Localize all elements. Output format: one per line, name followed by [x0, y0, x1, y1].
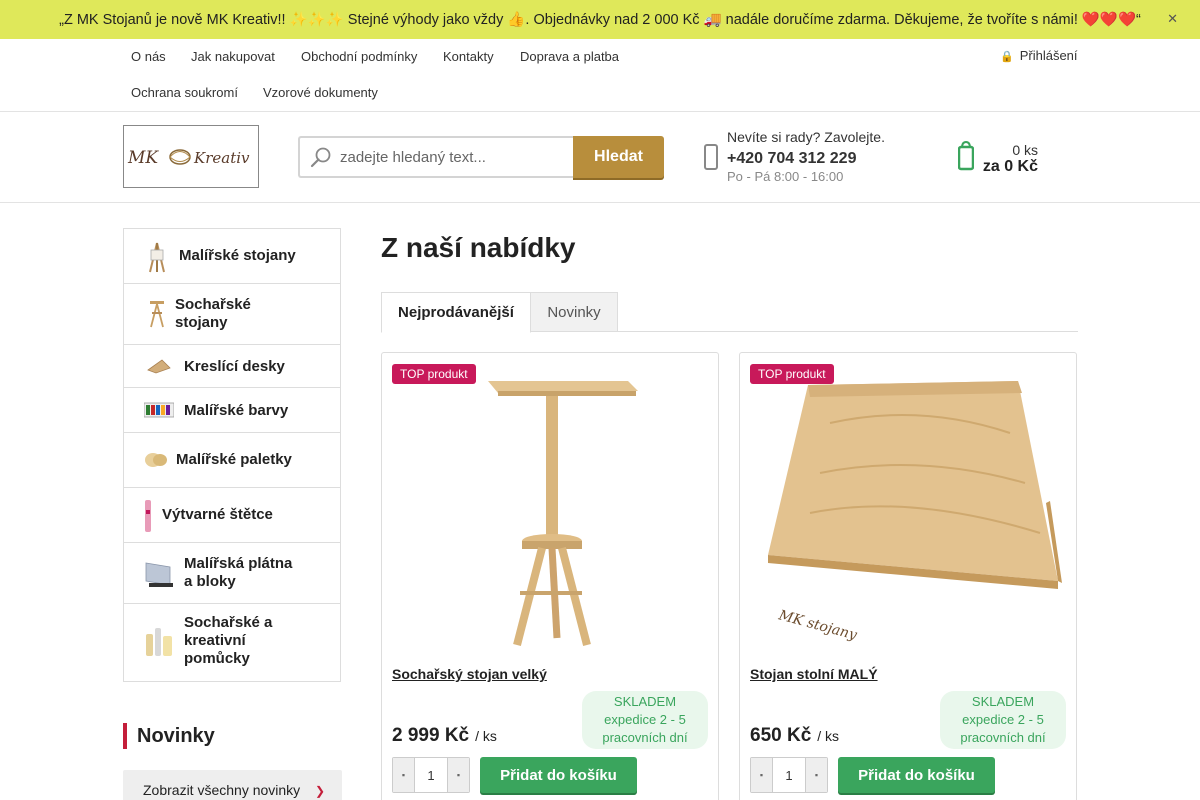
help-text: Nevíte si rady? Zavolejte.: [727, 129, 885, 145]
phone-number[interactable]: +420 704 312 229: [727, 150, 856, 168]
stock-line: pracovních dní: [960, 730, 1046, 745]
top-navigation: O nás Jak nakupovat Obchodní podmínky Ko…: [0, 39, 1200, 112]
stock-line: SKLADEM: [971, 694, 1035, 709]
category-label: Výtvarné štětce: [162, 506, 273, 523]
price-value: 650 Kč: [750, 725, 812, 746]
product-tabs: Nejprodávanější Novinky: [381, 292, 1078, 333]
quantity-stepper: ▪ ▪: [750, 757, 828, 793]
site-logo[interactable]: MK Kreativ: [123, 125, 259, 188]
login-link[interactable]: 🔒 Přihlášení: [1000, 48, 1078, 63]
search-form: Hledat: [298, 136, 664, 178]
category-label: Kreslící desky: [184, 358, 285, 375]
category-kreslici-desky[interactable]: Kreslící desky: [124, 345, 340, 388]
nav-link-vzorove-dokumenty[interactable]: Vzorové dokumenty: [263, 85, 378, 100]
category-malirske-paletky[interactable]: Malířské paletky: [124, 433, 340, 488]
logo-image: MK Kreativ: [127, 148, 250, 168]
product-image-table-easel[interactable]: MK stojany: [750, 363, 1066, 653]
search-button[interactable]: Hledat: [573, 136, 664, 178]
easel-thumbnail: [149, 242, 165, 273]
product-name[interactable]: Stojan stolní MALÝ: [750, 666, 878, 682]
login-label: Přihlášení: [1019, 48, 1078, 63]
quantity-stepper: ▪ ▪: [392, 757, 470, 793]
stock-status: SKLADEM expedice 2 - 5 pracovních dní: [940, 691, 1066, 749]
stock-line: expedice 2 - 5: [962, 712, 1044, 727]
product-name[interactable]: Sochařský stojan velký: [392, 666, 547, 682]
svg-text:Kreativ: Kreativ: [193, 149, 250, 167]
chevron-right-icon: ❯: [315, 784, 326, 798]
nav-link-doprava-a-platba[interactable]: Doprava a platba: [520, 49, 619, 64]
phone-icon: [704, 144, 718, 170]
product-price: 650 Kč / ks: [750, 725, 839, 747]
sculpture-stand-thumbnail: [150, 301, 164, 328]
nav-link-o-nas[interactable]: O nás: [131, 49, 166, 64]
paints-thumbnail: [144, 402, 174, 418]
tab-bestsellers[interactable]: Nejprodávanější: [381, 292, 531, 333]
announcement-bar: „Z MK Stojanů je nově MK Kreativ!! ✨✨✨ S…: [0, 0, 1200, 39]
all-news-label: Zobrazit všechny novinky: [143, 782, 301, 798]
stock-line: pracovních dní: [602, 730, 688, 745]
top-product-badge: TOP produkt: [750, 364, 834, 384]
palette-thumbnail: [145, 453, 167, 467]
cart-icon[interactable]: [958, 141, 974, 171]
cart-total[interactable]: za 0 Kč: [983, 158, 1038, 176]
product-price: 2 999 Kč / ks: [392, 725, 497, 747]
all-news-button[interactable]: Zobrazit všechny novinky ❯: [123, 770, 342, 800]
stock-line: SKLADEM: [613, 694, 677, 709]
brushes-thumbnail: [145, 500, 151, 532]
nav-link-jak-nakupovat[interactable]: Jak nakupovat: [191, 49, 275, 64]
quantity-input[interactable]: [773, 758, 805, 792]
nav-link-ochrana-soukromi[interactable]: Ochrana soukromí: [131, 85, 238, 100]
quantity-input[interactable]: [415, 758, 447, 792]
product-watermark: MK stojany: [776, 607, 860, 644]
product-image-sculpture-stand[interactable]: [392, 363, 708, 653]
opening-hours: Po - Pá 8:00 - 16:00: [727, 169, 844, 184]
stock-line: expedice 2 - 5: [604, 712, 686, 727]
category-label: Sochařské a kreativní pomůcky: [184, 614, 273, 667]
price-unit: / ks: [475, 728, 497, 744]
product-card: MK stojany TOP produkt Stojan stolní MAL…: [739, 352, 1077, 800]
category-malirske-barvy[interactable]: Malířské barvy: [124, 388, 340, 433]
category-malirske-stojany[interactable]: Malířské stojany: [124, 229, 340, 284]
minus-icon[interactable]: ▪: [393, 758, 415, 792]
close-icon[interactable]: ✕: [1167, 11, 1178, 27]
price-unit: / ks: [817, 728, 840, 744]
nav-link-kontakty[interactable]: Kontakty: [443, 49, 494, 64]
canvas-thumbnail: [145, 562, 173, 587]
add-to-cart-button[interactable]: Přidat do košíku: [480, 757, 637, 793]
cart-count[interactable]: 0 ks: [1012, 142, 1038, 158]
header: MK Kreativ Hledat Nevíte si rady? Zavole…: [0, 112, 1200, 203]
plus-icon[interactable]: ▪: [447, 758, 469, 792]
search-box: [298, 136, 574, 178]
category-malirska-platna[interactable]: Malířská plátna a bloky: [124, 543, 340, 604]
top-product-badge: TOP produkt: [392, 364, 476, 384]
nav-link-obchodni-podminky[interactable]: Obchodní podmínky: [301, 49, 417, 64]
category-label: Malířské paletky: [176, 451, 292, 468]
category-socharske-pomucky[interactable]: Sochařské a kreativní pomůcky: [124, 604, 340, 681]
category-socharske-stojany[interactable]: Sochařské stojany: [124, 284, 340, 345]
plus-icon[interactable]: ▪: [805, 758, 827, 792]
minus-icon[interactable]: ▪: [751, 758, 773, 792]
category-label: Malířské stojany: [179, 247, 296, 264]
tab-news[interactable]: Novinky: [530, 292, 618, 332]
drawing-board-thumbnail: [147, 359, 171, 374]
category-label: Malířská plátna a bloky: [184, 555, 293, 590]
price-value: 2 999 Kč: [392, 725, 470, 746]
lock-icon: 🔒: [1000, 51, 1014, 63]
category-label: Malířské barvy: [184, 402, 289, 419]
svg-text:MK: MK: [127, 148, 159, 168]
search-icon: [310, 147, 331, 168]
product-card: TOP produkt Sochařský stojan velký SKLAD…: [381, 352, 719, 800]
announcement-text: „Z MK Stojanů je nově MK Kreativ!! ✨✨✨ S…: [59, 12, 1141, 28]
category-sidebar: Malířské stojany Sochařské stojany Kresl…: [123, 228, 341, 682]
search-input[interactable]: [340, 146, 570, 168]
page-title: Z naší nabídky: [381, 232, 576, 263]
news-heading: Novinky: [123, 723, 215, 749]
category-vytvarne-stetce[interactable]: Výtvarné štětce: [124, 488, 340, 543]
stock-status: SKLADEM expedice 2 - 5 pracovních dní: [582, 691, 708, 749]
add-to-cart-button[interactable]: Přidat do košíku: [838, 757, 995, 793]
category-label: Sochařské stojany: [175, 296, 251, 331]
tools-thumbnail: [146, 628, 172, 656]
